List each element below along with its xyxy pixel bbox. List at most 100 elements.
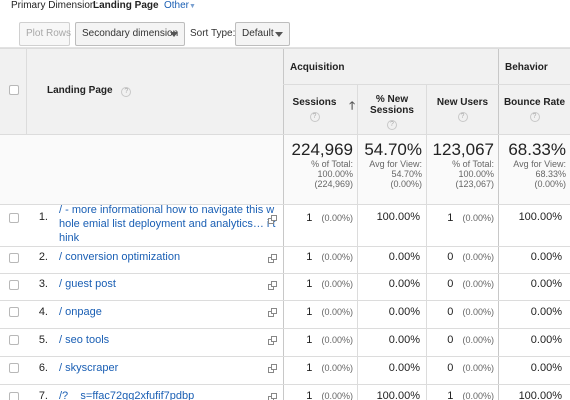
totals-new-users-percent: 100.00%: [458, 169, 494, 179]
sessions-value: 1: [306, 390, 313, 400]
sessions-percent: (0.00%): [321, 391, 353, 400]
row-number: 2.: [38, 251, 48, 263]
totals-new-users-count: (123,067): [455, 179, 494, 189]
totals-new-users: 123,067 % of Total: 100.00% (123,067): [427, 140, 494, 189]
sessions-percent: (0.00%): [321, 335, 353, 345]
row-checkbox[interactable]: [9, 363, 19, 373]
bounce-rate-cell: 0.00%: [530, 278, 562, 290]
new-users-percent: (0.00%): [462, 335, 494, 345]
open-page-icon[interactable]: [268, 336, 277, 345]
bounce-rate-cell: 100.00%: [518, 390, 562, 400]
grid-line: [283, 84, 570, 85]
help-icon[interactable]: ?: [529, 112, 540, 122]
help-icon[interactable]: ?: [457, 112, 468, 122]
new-sessions-cell: 100.00%: [376, 211, 420, 223]
landing-page-link[interactable]: / seo tools: [59, 334, 109, 346]
totals-sessions-percent: 100.00%: [317, 169, 353, 179]
sessions-column-header[interactable]: Sessions ? 🡑: [284, 97, 357, 122]
chevron-down-icon: [170, 32, 178, 37]
table-row: 3. / guest post 1 (0.00%) 0.00% 0 (0.00%…: [0, 274, 570, 300]
totals-sessions-label: % of Total:: [311, 159, 353, 169]
new-users-cell: 1 (0.00%): [427, 212, 494, 224]
new-sessions-header-line1: % New: [375, 94, 409, 105]
bounce-rate-cell: 0.00%: [530, 306, 562, 318]
bounce-rate-header-label: Bounce Rate: [503, 97, 566, 108]
new-users-cell: 0 (0.00%): [427, 251, 494, 263]
new-sessions-column-header[interactable]: % New Sessions ?: [358, 94, 426, 130]
new-users-cell: 0 (0.00%): [427, 278, 494, 290]
totals-bounce-rate-diff: (0.00%): [534, 179, 566, 189]
table-row: 2. / conversion optimization 1 (0.00%) 0…: [0, 247, 570, 273]
open-page-icon[interactable]: [268, 254, 277, 263]
row-checkbox[interactable]: [9, 253, 19, 263]
landing-page-column-header[interactable]: Landing Page ?: [47, 85, 132, 97]
new-users-value: 0: [447, 278, 454, 290]
other-dropdown-caret-icon[interactable]: ▼: [189, 1, 196, 13]
totals-bounce-rate: 68.33% Avg for View: 68.33% (0.00%): [499, 140, 566, 189]
open-page-icon[interactable]: [268, 393, 277, 400]
sessions-value: 1: [306, 306, 313, 318]
select-all-checkbox[interactable]: [9, 85, 19, 95]
totals-new-users-label: % of Total:: [452, 159, 494, 169]
sessions-cell: 1 (0.00%): [284, 212, 353, 224]
open-page-icon[interactable]: [268, 215, 277, 224]
landing-page-link[interactable]: / guest post: [59, 278, 116, 290]
secondary-dimension-dropdown[interactable]: Secondary dimension: [75, 22, 185, 46]
help-icon[interactable]: ?: [309, 112, 320, 122]
new-sessions-cell: 0.00%: [388, 278, 420, 290]
row-checkbox[interactable]: [9, 213, 19, 223]
sessions-value: 1: [306, 251, 313, 263]
totals-sessions-count: (224,969): [314, 179, 353, 189]
chevron-down-icon: [275, 32, 283, 37]
landing-page-link[interactable]: / conversion optimization: [59, 251, 180, 263]
new-users-value: 0: [447, 251, 454, 263]
plot-rows-button[interactable]: Plot Rows: [19, 22, 71, 46]
sort-type-dropdown[interactable]: Default: [235, 22, 290, 46]
acquisition-group-header: Acquisition: [290, 62, 345, 73]
primary-dimension-other-link[interactable]: Other: [164, 0, 189, 12]
new-users-percent: (0.00%): [462, 307, 494, 317]
totals-sessions: 224,969 % of Total: 100.00% (224,969): [284, 140, 353, 189]
new-sessions-cell: 0.00%: [388, 334, 420, 346]
primary-dimension-landing-page[interactable]: Landing Page: [93, 0, 159, 12]
open-page-icon[interactable]: [268, 308, 277, 317]
new-users-percent: (0.00%): [462, 363, 494, 373]
sessions-cell: 1 (0.00%): [284, 278, 353, 290]
new-users-value: 0: [447, 306, 454, 318]
row-number: 7.: [38, 390, 48, 400]
sessions-percent: (0.00%): [321, 363, 353, 373]
open-page-icon[interactable]: [268, 364, 277, 373]
sessions-percent: (0.00%): [321, 279, 353, 289]
help-icon[interactable]: ?: [387, 120, 397, 130]
sessions-header-label: Sessions: [292, 97, 337, 108]
behavior-group-header: Behavior: [505, 62, 548, 73]
sessions-cell: 1 (0.00%): [284, 390, 353, 400]
primary-dimension-label: Primary Dimension:: [11, 0, 99, 11]
totals-new-sessions-value: 54.70%: [364, 140, 422, 159]
open-page-icon[interactable]: [268, 281, 277, 290]
sort-descending-arrow-icon[interactable]: 🡑: [349, 101, 355, 112]
landing-page-link[interactable]: /?__s=ffac72gg2xfufif7pdbp: [59, 390, 194, 400]
data-table: Landing Page ? Acquisition Behavior Sess…: [0, 48, 570, 400]
table-row: 6. / skyscraper 1 (0.00%) 0.00% 0 (0.00%…: [0, 357, 570, 384]
row-checkbox[interactable]: [9, 307, 19, 317]
new-users-column-header[interactable]: New Users ?: [427, 97, 498, 122]
new-users-value: 0: [447, 334, 454, 346]
new-sessions-cell: 100.00%: [376, 390, 420, 400]
grid-line: [26, 48, 27, 134]
new-sessions-header-line2: Sessions: [370, 105, 414, 116]
help-icon[interactable]: ?: [121, 87, 132, 97]
landing-page-link[interactable]: / - more informational how to navigate t…: [59, 203, 275, 245]
landing-page-link[interactable]: / onpage: [59, 306, 102, 318]
totals-new-users-value: 123,067: [432, 140, 494, 159]
landing-page-link[interactable]: / skyscraper: [59, 362, 118, 374]
row-checkbox[interactable]: [9, 280, 19, 290]
landing-page-text-line: hink: [59, 232, 80, 244]
bounce-rate-column-header[interactable]: Bounce Rate ?: [499, 97, 570, 122]
totals-bounce-rate-avg: 68.33%: [535, 169, 566, 179]
totals-bounce-rate-label: Avg for View:: [513, 159, 566, 169]
table-row: 7. /?__s=ffac72gg2xfufif7pdbp 1 (0.00%) …: [0, 385, 570, 400]
row-checkbox[interactable]: [9, 335, 19, 345]
row-checkbox[interactable]: [9, 392, 19, 400]
bounce-rate-cell: 0.00%: [530, 334, 562, 346]
